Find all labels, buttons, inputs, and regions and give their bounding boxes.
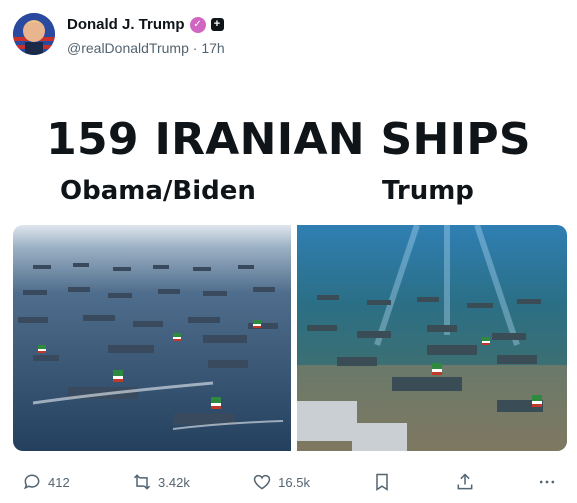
bookmark-button[interactable] [372, 472, 392, 492]
plus-badge-icon: + [210, 18, 224, 31]
avatar[interactable] [13, 13, 55, 55]
left-label: Obama/Biden [60, 176, 256, 206]
right-label: Trump [382, 176, 474, 206]
handle-row: @realDonaldTrump · 17h [67, 40, 225, 56]
media-headline: 159 IRANIAN SHIPS [46, 114, 531, 165]
repost-count: 3.42k [158, 474, 190, 490]
share-icon [455, 472, 475, 492]
heart-icon [252, 472, 272, 492]
post-header: Donald J. Trump ✓ + @realDonaldTrump · 1… [13, 13, 564, 57]
sunken-ships-image[interactable] [297, 225, 567, 451]
bookmark-icon [372, 472, 392, 492]
like-button[interactable]: 16.5k [252, 472, 310, 492]
media-card[interactable]: 159 IRANIAN SHIPS Obama/Biden Trump [0, 72, 577, 452]
more-button[interactable] [537, 472, 557, 492]
post-time[interactable]: 17h [201, 40, 224, 56]
like-count: 16.5k [278, 474, 310, 490]
repost-button[interactable]: 3.42k [132, 472, 190, 492]
fleet-image[interactable] [13, 225, 291, 451]
reply-button[interactable]: 412 [22, 472, 70, 492]
author-name[interactable]: Donald J. Trump [67, 16, 185, 33]
verified-badge-icon: ✓ [189, 16, 206, 33]
action-bar: 412 3.42k 16.5k [22, 468, 557, 496]
reply-count: 412 [48, 474, 70, 490]
handle[interactable]: @realDonaldTrump [67, 40, 189, 56]
more-icon [537, 472, 557, 492]
separator: · [192, 40, 198, 56]
reply-icon [22, 472, 42, 492]
repost-icon [132, 472, 152, 492]
share-button[interactable] [455, 472, 475, 492]
